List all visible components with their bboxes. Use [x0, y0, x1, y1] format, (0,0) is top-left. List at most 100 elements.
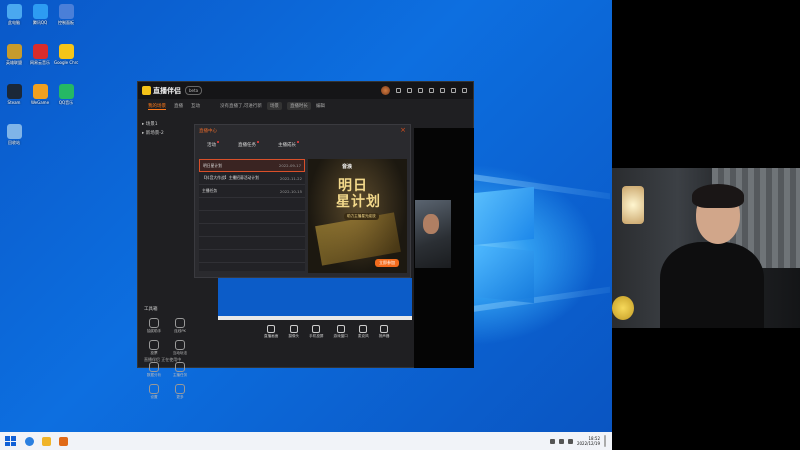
dialog-tab-growth[interactable]: 主播成长 — [278, 141, 299, 148]
activity-banner[interactable]: 音浪 明日 星计划 助力主播星光绽放 立即参加 — [308, 159, 407, 273]
banner-join-button[interactable]: 立即参加 — [375, 259, 399, 267]
activity-row-empty — [199, 211, 305, 224]
activity-list: 明日星计划 2022-09-17 【抖音大作战】主播招募活动计划 2022-11-22… — [199, 159, 305, 271]
menu-icon[interactable] — [429, 88, 434, 93]
minimize-icon[interactable] — [440, 88, 445, 93]
banner-title-line2: 星计划 — [336, 194, 381, 210]
app-version-badge: beta — [185, 86, 203, 95]
app-logo-icon — [142, 86, 151, 95]
activity-row-empty — [199, 237, 305, 250]
clock[interactable]: 18:52 2022/12/19 — [577, 436, 600, 446]
system-tray: 18:52 2022/12/19 — [549, 435, 612, 447]
streamer-hair — [692, 184, 744, 208]
activity-row[interactable]: 【抖音大作战】主播招募活动计划 2022-11-22 — [199, 172, 305, 185]
start-button[interactable] — [3, 434, 17, 448]
tool-label: 数据分析 — [146, 373, 162, 377]
desktop-icon[interactable]: 回收站 — [2, 124, 26, 145]
file-explorer-icon[interactable] — [42, 436, 51, 446]
dialog-tab-activity[interactable]: 活动 — [207, 141, 219, 148]
tool-lottery-icon — [149, 318, 159, 328]
tool-label: 投票 — [150, 351, 158, 355]
notice-chip-scene[interactable]: 场景 — [266, 102, 282, 110]
source-button[interactable]: 摄像头 — [288, 325, 299, 339]
tool-pk-button[interactable]: 连线PK — [168, 318, 192, 334]
tool-label: 主播任务 — [172, 373, 188, 377]
app-title-bar: 直播伴侣 beta — [138, 82, 473, 99]
stream-preview-area — [218, 278, 412, 316]
network-icon[interactable] — [549, 438, 555, 444]
source-icon — [312, 325, 321, 333]
app-shortcut-icon — [32, 4, 48, 19]
activity-date: 2022-10-15 — [279, 188, 302, 194]
show-desktop-button[interactable] — [604, 435, 606, 447]
notice-chip-duration[interactable]: 直播时长 — [286, 102, 311, 110]
desktop-icon[interactable]: 腾讯QQ — [28, 4, 52, 25]
maximize-icon[interactable] — [451, 88, 456, 93]
source-button[interactable]: 手机投屏 — [309, 325, 324, 339]
desktop-icon[interactable]: Google Chrome — [54, 44, 78, 65]
source-label: 直播画面 — [264, 334, 279, 338]
tool-label: 更多 — [176, 395, 184, 399]
desktop-icon[interactable]: Steam — [2, 84, 26, 105]
wallpaper-windows-logo-pane — [474, 244, 534, 304]
streaming-app-taskbar-icon[interactable] — [59, 436, 68, 446]
activity-row[interactable]: 主播任务 2022-10-15 — [199, 185, 305, 198]
desktop-icon-label: 网易云音乐 — [30, 60, 50, 65]
background-lamp — [622, 186, 644, 224]
app-shortcut-icon — [6, 4, 22, 19]
activity-name: 【抖音大作战】主播招募活动计划 — [202, 175, 259, 180]
activity-name: 主播任务 — [202, 188, 218, 193]
scene-label: 新场景-2 — [145, 131, 164, 136]
notice-edit-link[interactable]: 编辑 — [316, 103, 325, 109]
settings-icon[interactable] — [418, 88, 423, 93]
source-button[interactable]: 麦克风 — [358, 325, 369, 339]
scene-item[interactable]: ▸ 场景1 — [142, 120, 164, 129]
volume-icon[interactable] — [558, 438, 564, 444]
dialog-tab-tasks[interactable]: 直播任务 — [238, 141, 259, 148]
search-icon[interactable] — [25, 436, 34, 446]
message-icon[interactable] — [396, 88, 401, 93]
activity-row-empty — [199, 250, 305, 263]
desktop-icon[interactable]: 网易云音乐 — [28, 44, 52, 65]
source-button[interactable]: 游戏窗口 — [334, 325, 348, 339]
tool-vote-button[interactable]: 投票 — [142, 340, 166, 356]
scene-label: 场景1 — [145, 122, 158, 127]
desktop-icon[interactable]: 控制面板 — [54, 4, 78, 25]
desktop-icon-label: 腾讯QQ — [32, 20, 48, 25]
desktop-icon[interactable]: WeGame — [28, 84, 52, 105]
desktop-icon[interactable]: QQ音乐 — [54, 84, 78, 105]
source-button[interactable]: 直播画面 — [264, 325, 278, 339]
dialog-title: 直播中心 — [199, 129, 217, 134]
dialog-close-icon[interactable]: × — [400, 126, 406, 134]
user-avatar[interactable] — [381, 86, 390, 95]
tool-lottery-button[interactable]: 抽奖助手 — [142, 318, 166, 334]
stream-preview-taskbar-strip — [218, 316, 412, 320]
activity-row[interactable]: 明日星计划 2022-09-17 — [199, 159, 305, 172]
tab-interact[interactable]: 互动 — [191, 103, 200, 109]
scene-item[interactable]: ▸ 新场景-2 — [142, 129, 164, 138]
close-icon[interactable] — [462, 88, 467, 93]
source-label: 扬声器 — [378, 334, 390, 338]
tool-settings-button[interactable]: 设置 — [142, 384, 166, 400]
tab-scenes[interactable]: 我的场景 — [148, 103, 166, 110]
desktop-icon[interactable]: 此电脑 — [2, 4, 26, 25]
tool-label: 互动玩法 — [172, 351, 188, 355]
source-button[interactable]: 扬声器 — [378, 325, 390, 339]
desktop-icon-label: 英雄联盟 — [6, 60, 22, 65]
tool-label: 连线PK — [174, 329, 186, 333]
tool-more-button[interactable]: 更多 — [168, 384, 192, 400]
app-footer-note: 直播伴侣 正在使用中 — [144, 357, 182, 362]
input-method-icon[interactable] — [567, 438, 573, 444]
gift-icon[interactable] — [407, 88, 412, 93]
activity-date: 2022-11-22 — [279, 175, 302, 181]
tool-game-button[interactable]: 互动玩法 — [168, 340, 192, 356]
desktop-icon-label: 控制面板 — [58, 20, 74, 25]
desktop-icon[interactable]: 英雄联盟 — [2, 44, 26, 65]
streamer-body — [660, 242, 764, 328]
title-bar-controls — [381, 86, 473, 95]
tool-task-button[interactable]: 主播任务 — [168, 362, 192, 378]
tool-data-button[interactable]: 数据分析 — [142, 362, 166, 378]
notice-text: 没有直播了,可进行新 — [220, 104, 262, 109]
tool-pk-icon — [175, 318, 185, 328]
tab-live[interactable]: 直播 — [174, 103, 183, 109]
